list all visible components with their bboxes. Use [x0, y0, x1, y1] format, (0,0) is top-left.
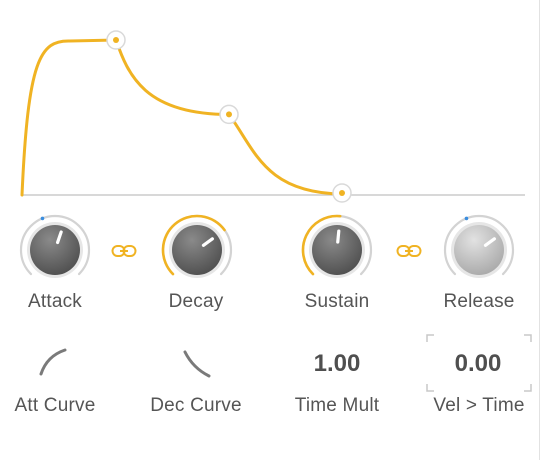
knob-body [454, 225, 504, 275]
attack-label: Attack [28, 291, 82, 312]
sustain-knob[interactable] [299, 212, 375, 288]
release-handle[interactable] [332, 183, 352, 203]
decay-knob[interactable] [159, 212, 235, 288]
knob-modulation-dot [40, 216, 45, 221]
vel-time-label: Vel > Time [433, 395, 525, 416]
decay-label: Decay [168, 291, 224, 312]
attack-knob[interactable] [17, 212, 93, 288]
decay-handle[interactable] [219, 104, 239, 125]
curve-falling-icon[interactable] [177, 344, 217, 384]
attack-handle[interactable] [106, 30, 126, 50]
time-mult-label: Time Mult [294, 395, 380, 416]
knob-pointer [336, 229, 341, 244]
vel-time-value[interactable]: 0.00 [428, 350, 528, 378]
envelope-graph[interactable] [0, 0, 543, 215]
sustain-label: Sustain [304, 291, 370, 312]
envelope-curve [20, 38, 344, 197]
dec-curve-label: Dec Curve [150, 395, 242, 416]
time-mult-value[interactable]: 1.00 [287, 350, 387, 378]
link-icon[interactable] [111, 243, 137, 259]
curve-rising-icon[interactable] [35, 344, 75, 384]
knob-body [172, 225, 222, 275]
link-icon[interactable] [396, 243, 422, 259]
knob-body [312, 225, 362, 275]
release-knob[interactable] [441, 212, 517, 288]
knob-body [30, 225, 80, 275]
release-label: Release [443, 291, 515, 312]
att-curve-label: Att Curve [14, 395, 96, 416]
knob-modulation-dot [464, 216, 469, 221]
